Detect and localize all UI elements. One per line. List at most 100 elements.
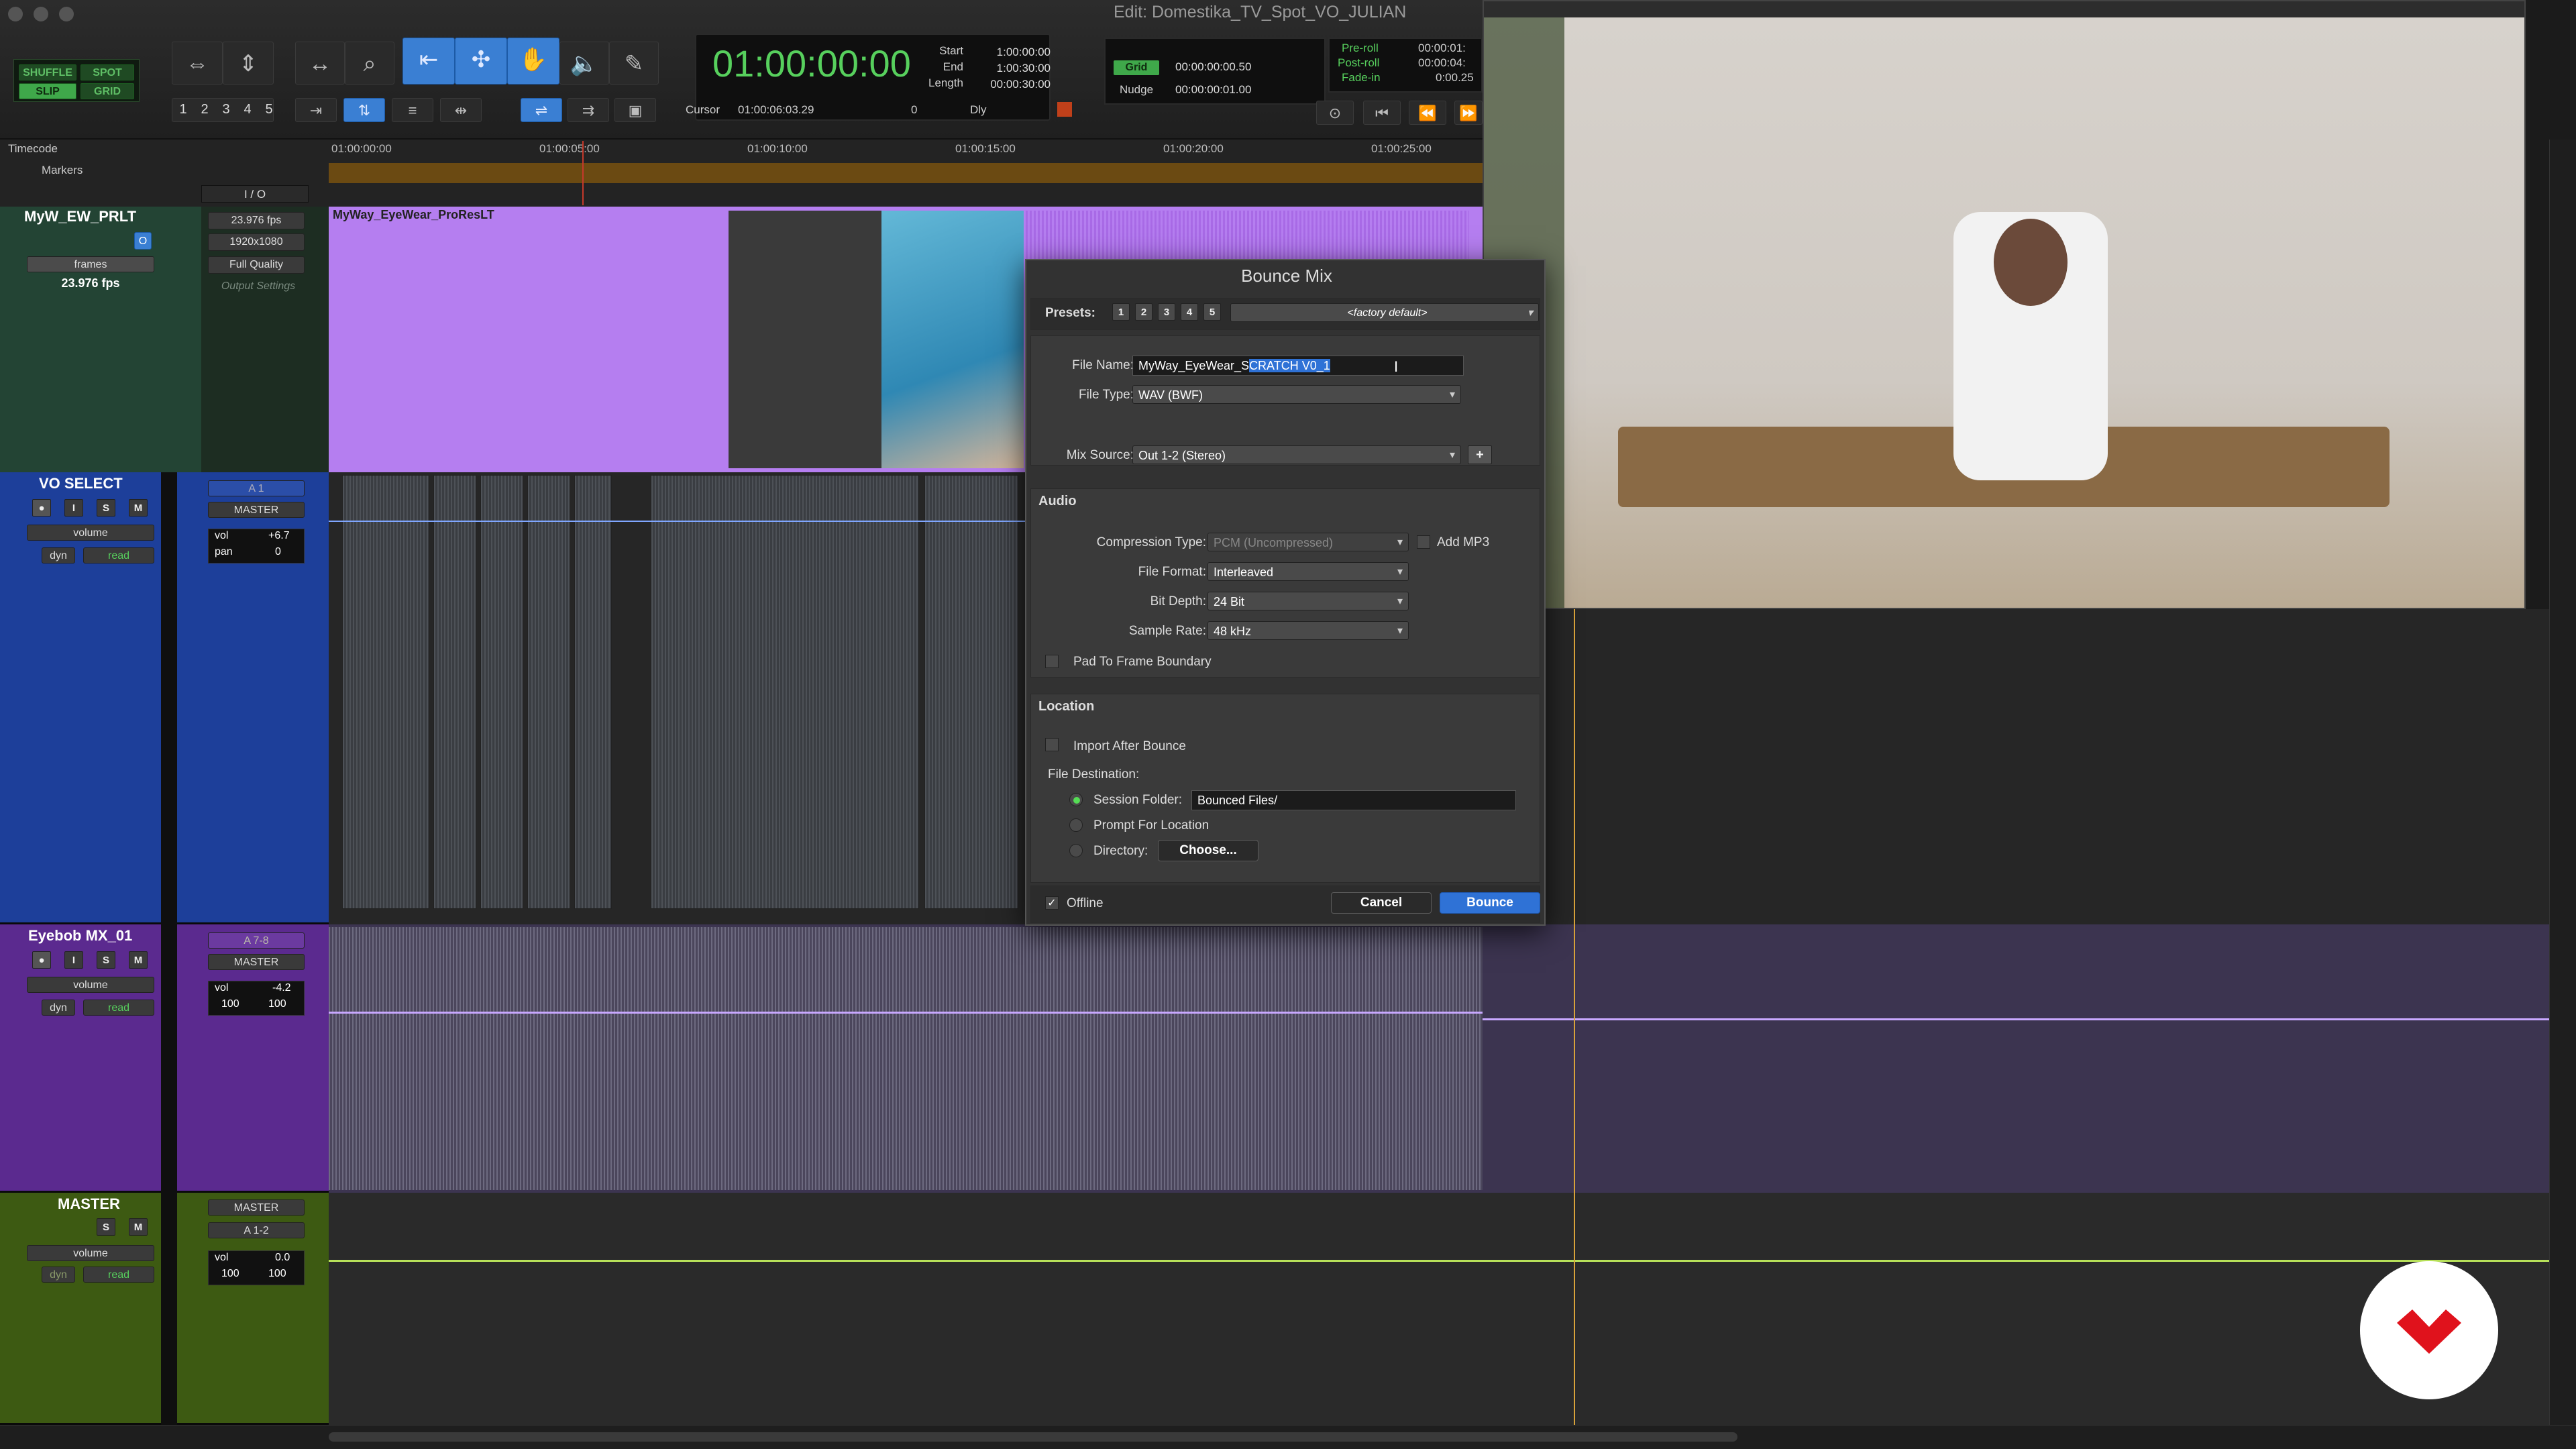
vo-mute-button[interactable]: M bbox=[129, 499, 148, 517]
slip-mode-button[interactable]: SLIP bbox=[19, 83, 76, 99]
return-to-zero-icon[interactable]: ⏮ bbox=[1363, 101, 1401, 125]
master-solo-button[interactable]: S bbox=[97, 1218, 115, 1236]
scrubber-tool-icon[interactable]: 🔈 bbox=[559, 42, 609, 85]
cancel-button[interactable]: Cancel bbox=[1331, 892, 1432, 914]
loop-icon[interactable]: ⇉ bbox=[568, 98, 609, 122]
zoom-preset-4[interactable]: 4 bbox=[239, 99, 256, 119]
vo-audio-clip[interactable] bbox=[651, 475, 919, 910]
mx-pan-right[interactable]: 100 bbox=[268, 998, 286, 1010]
grid-mode-button[interactable]: GRID bbox=[80, 83, 134, 99]
rewind-icon[interactable]: ⏪ bbox=[1409, 101, 1446, 125]
add-mix-source-button[interactable]: + bbox=[1468, 445, 1492, 464]
mx-automation-mode[interactable]: read bbox=[83, 1000, 154, 1016]
vo-output-selector[interactable]: MASTER bbox=[208, 502, 305, 518]
mx-pan-left[interactable]: 100 bbox=[221, 998, 239, 1010]
master-mute-button[interactable]: M bbox=[129, 1218, 148, 1236]
mx-vol-value[interactable]: -4.2 bbox=[272, 982, 291, 994]
mx-input-selector[interactable]: A 7-8 bbox=[208, 932, 305, 949]
end-value[interactable]: 1:00:30:00 bbox=[983, 62, 1051, 75]
preset-2-button[interactable]: 2 bbox=[1135, 303, 1152, 321]
vo-input-monitor-icon[interactable]: I bbox=[64, 499, 83, 517]
zoom-vertical-icon[interactable]: ⇕ bbox=[223, 42, 274, 85]
trim-tool-icon[interactable]: ⇤ bbox=[402, 38, 455, 85]
grid-value[interactable]: 00:00:00:00.50 bbox=[1175, 60, 1276, 74]
preroll-label[interactable]: Pre-roll bbox=[1342, 42, 1402, 55]
nudge-value[interactable]: 00:00:00:01.00 bbox=[1175, 83, 1276, 97]
zoom-preset-3[interactable]: 3 bbox=[217, 99, 235, 119]
mx-record-icon[interactable]: ● bbox=[32, 951, 51, 969]
zoom-window-icon[interactable] bbox=[59, 7, 74, 21]
vo-vol-value[interactable]: +6.7 bbox=[268, 530, 290, 542]
postroll-label[interactable]: Post-roll bbox=[1338, 56, 1402, 70]
mx-view-selector[interactable]: volume bbox=[27, 977, 154, 993]
prompt-location-radio[interactable] bbox=[1069, 818, 1083, 832]
selector-tool-icon[interactable]: ✣ bbox=[455, 38, 507, 85]
choose-directory-button[interactable]: Choose... bbox=[1158, 840, 1258, 861]
mx-volume-automation-line[interactable] bbox=[329, 1012, 1483, 1014]
master-dyn-button[interactable]: dyn bbox=[42, 1267, 75, 1283]
close-window-icon[interactable] bbox=[8, 7, 23, 21]
zoom-preset-2[interactable]: 2 bbox=[196, 99, 213, 119]
window-config-icon[interactable]: ▣ bbox=[614, 98, 656, 122]
zoom-waveform-icon[interactable]: ⇔ bbox=[172, 42, 223, 85]
mx-input-monitor-icon[interactable]: I bbox=[64, 951, 83, 969]
master-automation-mode[interactable]: read bbox=[83, 1267, 154, 1283]
session-folder-input[interactable]: Bounced Files/ bbox=[1191, 790, 1516, 810]
mx-dyn-button[interactable]: dyn bbox=[42, 1000, 75, 1016]
vo-audio-clip[interactable] bbox=[342, 475, 429, 910]
vo-dyn-button[interactable]: dyn bbox=[42, 547, 75, 564]
vo-audio-clip[interactable] bbox=[574, 475, 612, 910]
master-view-selector[interactable]: volume bbox=[27, 1245, 154, 1261]
file-format-dropdown[interactable]: Interleaved bbox=[1208, 562, 1409, 582]
preset-selector[interactable]: <factory default> bbox=[1230, 303, 1539, 323]
preset-3-button[interactable]: 3 bbox=[1158, 303, 1175, 321]
magnifier-icon[interactable]: ⌕ bbox=[345, 42, 394, 85]
mx-audio-clip[interactable] bbox=[329, 927, 1483, 1190]
master-pan-left[interactable]: 100 bbox=[221, 1268, 239, 1280]
master-output-selector[interactable]: MASTER bbox=[208, 1199, 305, 1216]
bit-depth-dropdown[interactable]: 24 Bit bbox=[1208, 592, 1409, 611]
vo-input-selector[interactable]: A 1 bbox=[208, 480, 305, 496]
vo-view-selector[interactable]: volume bbox=[27, 525, 154, 541]
session-folder-radio[interactable] bbox=[1069, 793, 1083, 806]
import-after-bounce-checkbox[interactable] bbox=[1045, 738, 1059, 751]
mx-solo-button[interactable]: S bbox=[97, 951, 115, 969]
vo-pan-value[interactable]: 0 bbox=[275, 546, 281, 558]
markers-ruler[interactable] bbox=[329, 163, 1483, 183]
bounce-button[interactable]: Bounce bbox=[1440, 892, 1540, 914]
pad-frame-checkbox[interactable] bbox=[1045, 655, 1059, 668]
vo-audio-clip[interactable] bbox=[527, 475, 570, 910]
compression-dropdown[interactable]: PCM (Uncompressed) bbox=[1208, 533, 1409, 552]
directory-radio[interactable] bbox=[1069, 844, 1083, 857]
zoom-preset-1[interactable]: 1 bbox=[174, 99, 192, 119]
file-type-dropdown[interactable]: WAV (BWF) bbox=[1132, 385, 1461, 405]
offline-checkbox[interactable]: ✓ bbox=[1045, 896, 1059, 910]
file-name-input[interactable]: MyWay_EyeWear_SCRATCH V0_1 bbox=[1132, 356, 1464, 376]
vo-audio-clip[interactable] bbox=[433, 475, 476, 910]
sample-rate-dropdown[interactable]: 48 kHz bbox=[1208, 621, 1409, 641]
zoom-preset-5[interactable]: 5 bbox=[260, 99, 278, 119]
vertical-scrollbar[interactable] bbox=[2549, 140, 2576, 1425]
grabber-tool-icon[interactable]: ✋ bbox=[507, 38, 559, 85]
video-online-icon[interactable]: O bbox=[134, 232, 152, 250]
fast-forward-icon[interactable]: ⏩ bbox=[1454, 101, 1483, 125]
video-fps-selector[interactable]: 23.976 fps bbox=[208, 212, 305, 229]
master-bus-selector[interactable]: A 1-2 bbox=[208, 1222, 305, 1238]
mix-source-dropdown[interactable]: Out 1-2 (Stereo) bbox=[1132, 445, 1461, 465]
grid-label[interactable]: Grid bbox=[1114, 60, 1159, 75]
vo-record-icon[interactable]: ● bbox=[32, 499, 51, 517]
fadein-label[interactable]: Fade-in bbox=[1342, 71, 1402, 85]
online-icon[interactable]: ⊙ bbox=[1316, 101, 1354, 125]
vo-audio-clip[interactable] bbox=[924, 475, 1018, 910]
preset-5-button[interactable]: 5 bbox=[1203, 303, 1221, 321]
master-volume-automation-line[interactable] bbox=[329, 1260, 1483, 1262]
preset-1-button[interactable]: 1 bbox=[1112, 303, 1130, 321]
vo-audio-clip[interactable] bbox=[480, 475, 523, 910]
preset-4-button[interactable]: 4 bbox=[1181, 303, 1198, 321]
video-resolution-selector[interactable]: 1920x1080 bbox=[208, 233, 305, 251]
tab-to-transient-icon[interactable]: ⇥ bbox=[295, 98, 337, 122]
horizontal-scrollbar[interactable] bbox=[0, 1425, 2576, 1449]
minimize-window-icon[interactable] bbox=[34, 7, 48, 21]
link-tracks-icon[interactable]: ≡ bbox=[392, 98, 433, 122]
pencil-tool-icon[interactable]: ✎ bbox=[609, 42, 659, 85]
